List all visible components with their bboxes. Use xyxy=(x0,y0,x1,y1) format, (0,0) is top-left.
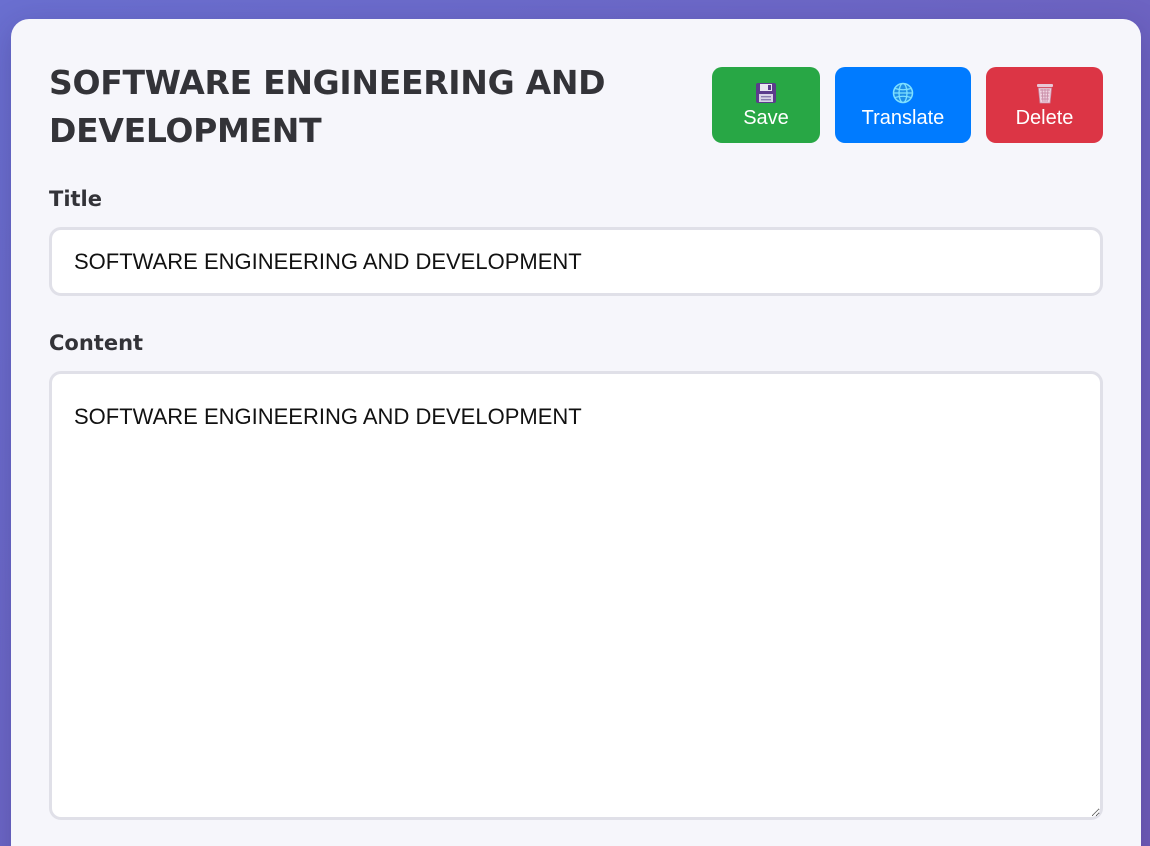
globe-icon xyxy=(892,81,914,105)
delete-button[interactable]: Delete xyxy=(986,67,1103,143)
wastebasket-icon xyxy=(1034,81,1056,105)
page-title: SOFTWARE ENGINEERING AND DEVELOPMENT xyxy=(49,63,606,150)
save-button-label: Save xyxy=(743,106,789,129)
delete-button-label: Delete xyxy=(1015,106,1074,129)
action-buttons: Save Translate Delete xyxy=(712,67,1103,143)
title-field-label: Title xyxy=(49,187,103,211)
content-field-label: Content xyxy=(49,331,144,355)
save-button[interactable]: Save xyxy=(712,67,820,143)
editor-header: SOFTWARE ENGINEERING AND DEVELOPMENT Sav… xyxy=(49,59,1103,155)
editor-card: SOFTWARE ENGINEERING AND DEVELOPMENT Sav… xyxy=(11,19,1141,846)
floppy-disk-icon xyxy=(755,81,777,105)
translate-button-label: Translate xyxy=(861,106,945,129)
title-input[interactable] xyxy=(49,227,1103,296)
translate-button[interactable]: Translate xyxy=(835,67,971,143)
content-textarea[interactable]: SOFTWARE ENGINEERING AND DEVELOPMENT xyxy=(49,371,1103,820)
